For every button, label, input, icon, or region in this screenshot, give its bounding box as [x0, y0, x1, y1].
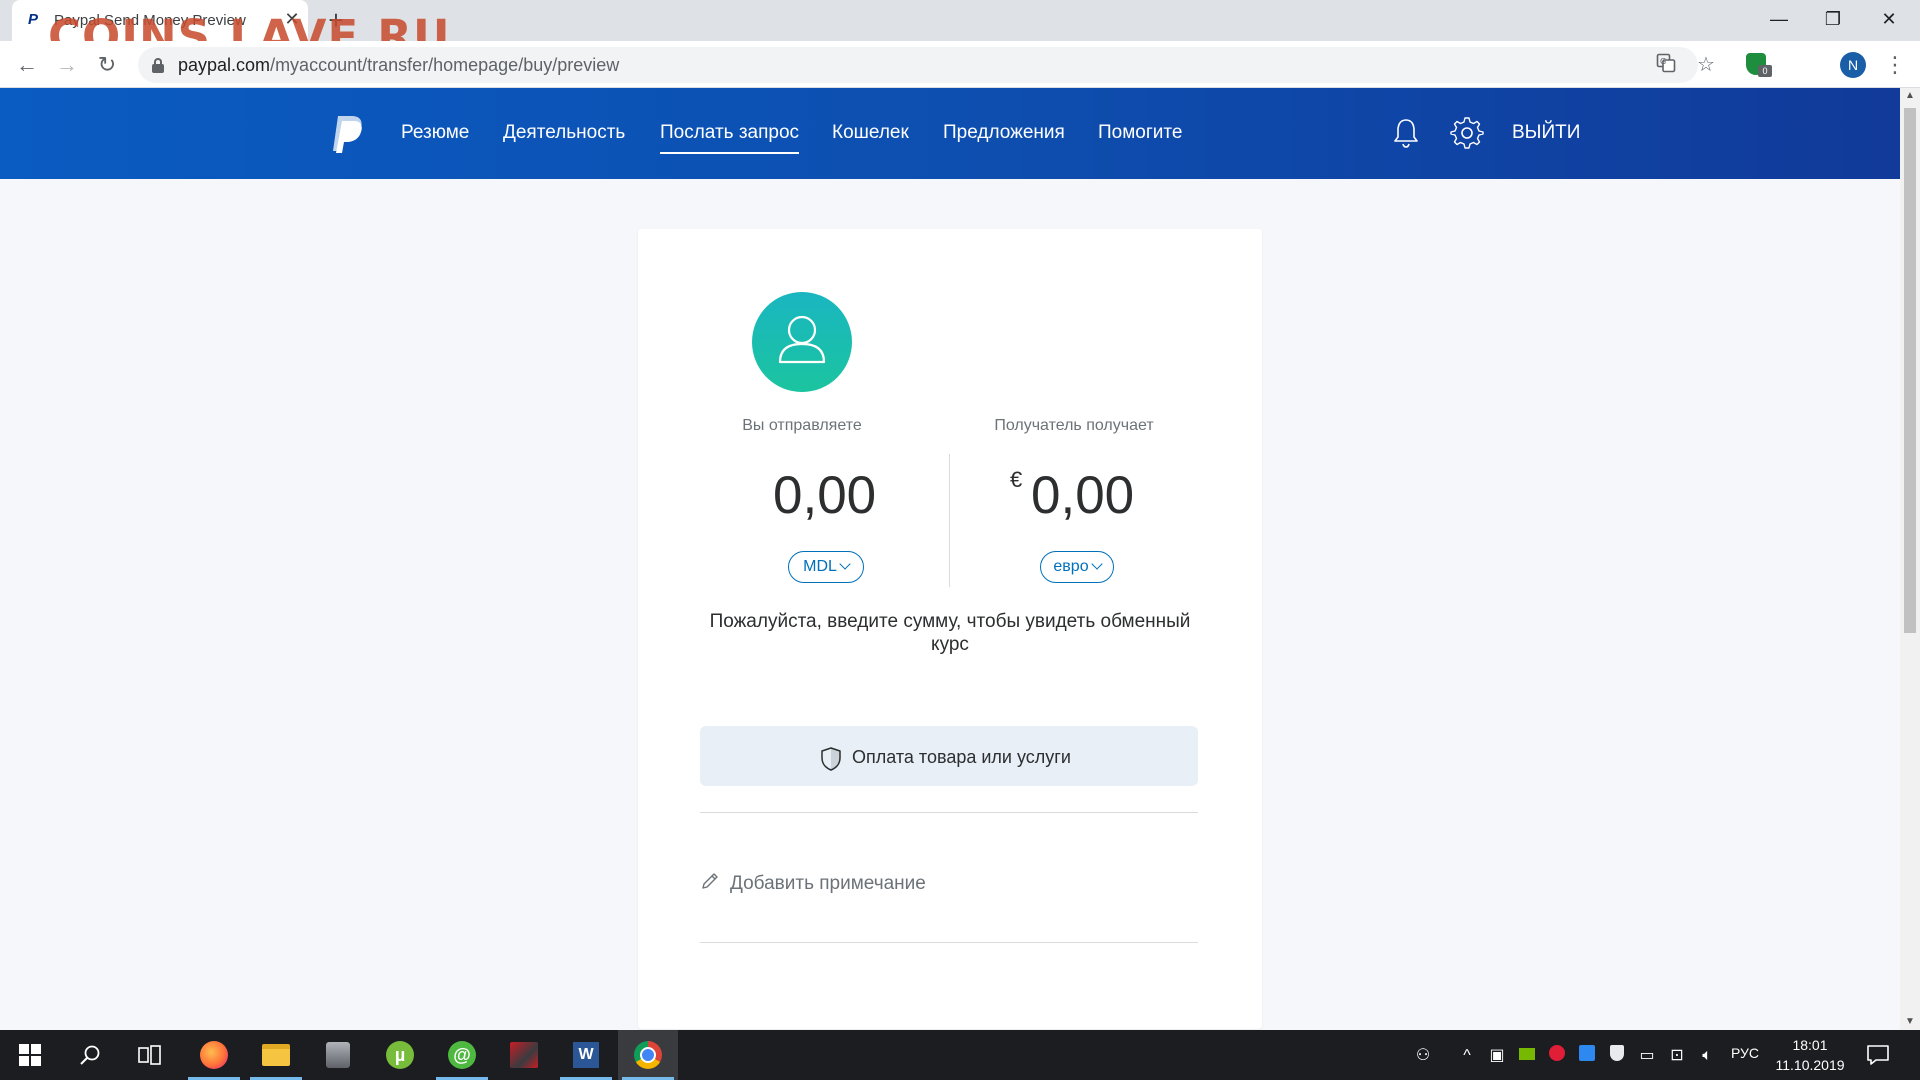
nav-offers[interactable]: Предложения — [943, 122, 1065, 144]
nav-wallet[interactable]: Кошелек — [832, 122, 909, 144]
paypal-favicon-icon: P — [28, 11, 39, 28]
clock[interactable]: 18:01 11.10.2019 — [1770, 1035, 1850, 1075]
receive-currency-value: евро — [1053, 558, 1089, 575]
tray-monitor-icon[interactable]: ▣ — [1486, 1045, 1508, 1067]
lock-icon[interactable] — [152, 58, 164, 73]
amount-divider — [949, 454, 950, 587]
close-window-button[interactable]: ✕ — [1866, 4, 1912, 34]
recipient-gets-label: Получатель получает — [994, 417, 1154, 434]
app-media-icon — [510, 1042, 538, 1068]
exchange-rate-hint: Пожалуйста, введите сумму, чтобы увидеть… — [709, 611, 1191, 655]
mail-agent-icon: @ — [448, 1041, 476, 1069]
taskbar-mail-agent[interactable]: @ — [432, 1030, 492, 1080]
word-icon: W — [573, 1042, 599, 1068]
receive-amount-input[interactable]: 0,00 — [1031, 465, 1134, 526]
nav-help[interactable]: Помогите — [1098, 122, 1182, 144]
clock-date: 11.10.2019 — [1775, 1057, 1845, 1073]
url-host: paypal.com — [178, 55, 271, 75]
chevron-down-icon — [1090, 558, 1103, 570]
euro-symbol: € — [1010, 467, 1023, 492]
section-divider — [700, 812, 1198, 813]
folder-icon — [262, 1044, 290, 1066]
reload-button[interactable]: ↻ — [92, 50, 122, 80]
taskbar-utorrent[interactable]: µ — [370, 1030, 430, 1080]
extension-shield-icon[interactable]: 0 — [1746, 53, 1772, 77]
browser-toolbar: ← → ↻ paypal.com/myaccount/transfer/home… — [0, 41, 1920, 88]
svg-text:G: G — [1660, 57, 1666, 66]
minimize-button[interactable]: — — [1756, 4, 1802, 34]
payment-purpose-button[interactable]: Оплата товара или услуги — [700, 726, 1198, 786]
network-icon[interactable]: ⊡ — [1666, 1045, 1688, 1067]
search-icon — [80, 1045, 100, 1065]
search-button[interactable] — [60, 1030, 120, 1080]
gear-icon[interactable] — [1450, 116, 1484, 150]
you-send-label: Вы отправляете — [742, 417, 862, 434]
taskbar-word[interactable]: W — [556, 1030, 616, 1080]
utorrent-icon: µ — [386, 1041, 414, 1069]
nav-send-request[interactable]: Послать запрос — [660, 122, 800, 154]
windows-logo-icon — [19, 1044, 41, 1066]
add-note-link[interactable]: Добавить примечание — [730, 873, 926, 895]
send-currency-select[interactable]: MDL — [788, 551, 864, 583]
scroll-down-arrow-icon[interactable]: ▼ — [1900, 1014, 1920, 1030]
browser-menu-icon[interactable]: ⋮ — [1884, 52, 1906, 78]
page-viewport: Резюме Деятельность Послать запрос Кошел… — [0, 88, 1900, 1030]
section-divider — [700, 942, 1198, 943]
send-currency-value: MDL — [803, 558, 837, 575]
chrome-icon — [634, 1041, 662, 1069]
input-language[interactable]: РУС — [1731, 1045, 1759, 1061]
recipient-avatar — [752, 292, 852, 392]
paypal-logo-icon[interactable] — [330, 114, 364, 154]
app-tool-icon — [326, 1042, 350, 1068]
browser-tab-strip: P Paypal Send Money Preview ✕ + COINS.LA… — [0, 0, 1920, 63]
beats-icon[interactable] — [1546, 1045, 1568, 1067]
nvidia-icon[interactable] — [1516, 1045, 1538, 1067]
taskbar-firefox[interactable] — [184, 1030, 244, 1080]
receive-currency-select[interactable]: евро — [1040, 551, 1114, 583]
translate-icon[interactable]: G — [1654, 53, 1678, 77]
send-money-card: Вы отправляете Получатель получает 0,00 … — [638, 229, 1262, 1029]
bookmark-star-icon[interactable]: ☆ — [1694, 53, 1718, 77]
url-path: /myaccount/transfer/homepage/buy/preview — [270, 55, 620, 75]
page-scrollbar[interactable]: ▲ ▼ — [1900, 88, 1920, 1030]
start-button[interactable] — [0, 1030, 60, 1080]
user-icon — [778, 315, 826, 364]
battery-icon[interactable]: ▭ — [1636, 1045, 1658, 1067]
bell-icon[interactable] — [1389, 116, 1423, 150]
taskbar-app-tool[interactable] — [308, 1030, 368, 1080]
taskbar-chrome[interactable] — [618, 1030, 678, 1080]
chevron-down-icon — [839, 558, 851, 570]
show-hidden-icons-chevron-icon[interactable]: ^ — [1456, 1045, 1478, 1067]
address-bar[interactable]: paypal.com/myaccount/transfer/homepage/b… — [138, 47, 1698, 83]
action-center-icon[interactable] — [1866, 1043, 1890, 1067]
clock-time: 18:01 — [1792, 1037, 1828, 1053]
volume-icon[interactable]: 🔈︎ — [1696, 1045, 1718, 1067]
nav-summary[interactable]: Резюме — [401, 122, 469, 144]
restore-button[interactable]: ❐ — [1810, 4, 1856, 34]
url-text[interactable]: paypal.com/myaccount/transfer/homepage/b… — [178, 55, 619, 76]
pencil-icon[interactable] — [700, 871, 720, 891]
payment-purpose-label: Оплата товара или услуги — [852, 747, 1071, 767]
send-amount-input[interactable]: 0,00 — [773, 465, 876, 526]
firefox-icon — [200, 1041, 228, 1069]
profile-avatar[interactable]: N — [1840, 52, 1866, 78]
taskbar-file-explorer[interactable] — [246, 1030, 306, 1080]
taskbar-app-media[interactable] — [494, 1030, 554, 1080]
paypal-header: Резюме Деятельность Послать запрос Кошел… — [0, 88, 1900, 179]
tray-app-blue-icon[interactable] — [1576, 1045, 1598, 1067]
task-view-button[interactable] — [120, 1030, 180, 1080]
extension-badge: 0 — [1758, 65, 1772, 77]
shield-icon — [821, 747, 841, 771]
scroll-up-arrow-icon[interactable]: ▲ — [1900, 88, 1920, 104]
forward-button[interactable]: → — [52, 50, 82, 80]
task-view-icon — [138, 1045, 161, 1065]
security-shield-icon[interactable] — [1606, 1045, 1628, 1067]
scrollbar-thumb[interactable] — [1904, 108, 1916, 633]
back-button[interactable]: ← — [12, 50, 42, 80]
people-icon[interactable]: ⚇ — [1412, 1045, 1434, 1067]
windows-taskbar: µ @ W ⚇ ^ ▣ ▭ ⊡ 🔈︎ РУС 18:01 11.10.2019 — [0, 1030, 1920, 1080]
logout-link[interactable]: ВЫЙТИ — [1512, 122, 1580, 144]
nav-activity[interactable]: Деятельность — [503, 122, 625, 144]
